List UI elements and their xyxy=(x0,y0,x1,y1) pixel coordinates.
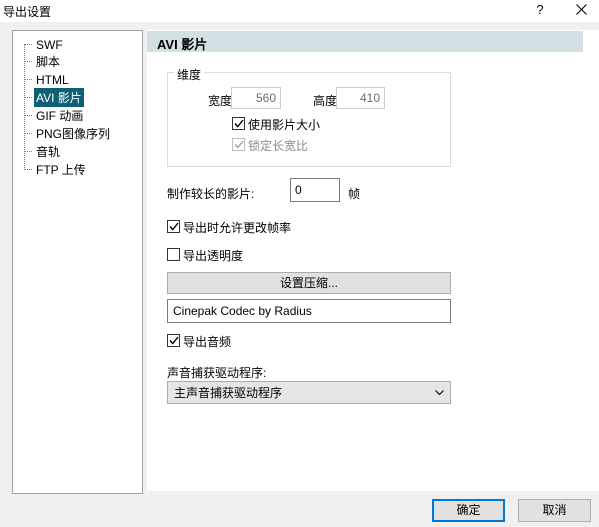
chevron-down-icon xyxy=(435,389,444,395)
tree-item-label: GIF 动画 xyxy=(36,109,84,123)
tree-item-label: 音轨 xyxy=(36,145,61,159)
width-field[interactable] xyxy=(231,87,281,109)
use-movie-size-label: 使用影片大小 xyxy=(248,118,321,132)
tree-item-gif[interactable]: GIF 动画 xyxy=(24,107,85,124)
lock-ratio-label: 锁定长宽比 xyxy=(248,139,309,153)
ok-button[interactable]: 确定 xyxy=(432,499,505,522)
close-icon xyxy=(575,4,587,15)
use-movie-size-checkbox[interactable] xyxy=(232,117,245,130)
help-button[interactable]: ? xyxy=(533,2,547,18)
export-transparency-checkbox[interactable] xyxy=(167,248,180,261)
export-transparency-label: 导出透明度 xyxy=(183,249,244,263)
title-bar xyxy=(0,0,599,22)
checkmark-icon xyxy=(233,119,244,128)
audio-driver-label: 声音捕获驱动程序: xyxy=(167,366,267,380)
height-field[interactable] xyxy=(336,87,385,109)
checkmark-icon xyxy=(168,222,179,231)
cancel-button[interactable]: 取消 xyxy=(518,499,591,522)
tree-item-label: SWF xyxy=(36,37,63,52)
checkmark-icon xyxy=(168,336,179,345)
frames-unit-label: 帧 xyxy=(348,187,361,201)
tree-item-label: 脚本 xyxy=(36,55,61,69)
window-title: 导出设置 xyxy=(3,5,52,19)
allow-framerate-checkbox[interactable] xyxy=(167,220,180,233)
section-title: AVI 影片 xyxy=(147,31,583,52)
audio-driver-select[interactable]: 主声音捕获驱动程序 xyxy=(167,381,451,404)
tree-item-avi[interactable]: AVI 影片 xyxy=(24,88,84,107)
tree-item-script[interactable]: 脚本 xyxy=(24,53,62,70)
longer-movie-label: 制作较长的影片: xyxy=(167,187,255,201)
lock-ratio-checkbox[interactable] xyxy=(232,138,245,151)
tree-item-ftp[interactable]: FTP 上传 xyxy=(24,161,88,178)
export-audio-checkbox[interactable] xyxy=(167,334,180,347)
tree-item-png[interactable]: PNG图像序列 xyxy=(24,125,112,142)
tree-item-html[interactable]: HTML xyxy=(24,71,71,88)
tree-item-label: AVI 影片 xyxy=(34,88,84,107)
export-audio-label: 导出音频 xyxy=(183,335,232,349)
tree-item-label: HTML xyxy=(36,72,69,87)
tree-item-label: PNG图像序列 xyxy=(36,127,111,141)
tree-item-label: FTP 上传 xyxy=(36,163,86,177)
longer-movie-frames-input[interactable] xyxy=(290,178,340,202)
compression-settings-button[interactable]: 设置压缩... xyxy=(167,272,451,294)
tree-item-audio[interactable]: 音轨 xyxy=(24,143,62,160)
checkmark-icon xyxy=(233,140,244,149)
audio-driver-value: 主声音捕获驱动程序 xyxy=(174,386,283,400)
tree-item-swf[interactable]: SWF xyxy=(24,36,65,53)
close-button[interactable] xyxy=(570,0,592,20)
allow-framerate-label: 导出时允许更改帧率 xyxy=(183,221,292,235)
dimensions-group-title: 维度 xyxy=(174,66,205,83)
codec-field: Cinepak Codec by Radius xyxy=(167,299,451,323)
footer-separator xyxy=(0,494,599,495)
